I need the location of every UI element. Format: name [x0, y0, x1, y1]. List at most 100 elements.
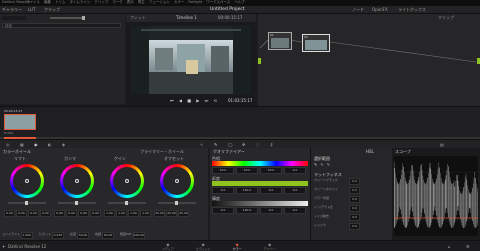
wheel-master-handle[interactable]: [25, 201, 28, 205]
menu-item[interactable]: タイムライン: [70, 0, 91, 5]
qualifier-value[interactable]: 50.0: [212, 167, 234, 174]
wheel-master-handle[interactable]: [125, 201, 128, 205]
wheel-value[interactable]: 0.00: [40, 210, 51, 217]
node-01[interactable]: 01: [268, 32, 292, 50]
wheel-value[interactable]: 1.00: [128, 210, 139, 217]
wheel-ring[interactable]: [60, 164, 94, 198]
hue-gradient-bar[interactable]: [212, 161, 308, 166]
color-match-icon[interactable]: ▦: [20, 142, 24, 147]
wheel-value[interactable]: 1.00: [104, 210, 115, 217]
wheel-ring[interactable]: [10, 164, 44, 198]
luts-button[interactable]: LUT: [28, 7, 35, 12]
qualifier-value[interactable]: 0.0: [284, 207, 306, 214]
qualifier-value[interactable]: 0.0: [284, 187, 306, 194]
menu-item[interactable]: カラー: [174, 0, 185, 5]
menu-item[interactable]: Fairlight: [188, 0, 202, 5]
wheel-ring[interactable]: [160, 164, 194, 198]
matte-value[interactable]: 0.0: [349, 223, 360, 230]
wheel-param-value[interactable]: 0.435: [51, 232, 64, 239]
menu-item[interactable]: クリップ: [94, 0, 108, 5]
menu-item[interactable]: 再生: [138, 0, 145, 5]
luminance-bar[interactable]: [212, 201, 308, 206]
settings-icon[interactable]: ⚙: [466, 244, 470, 249]
qualifier-value[interactable]: 100.0: [236, 187, 258, 194]
matte-value[interactable]: 0.0: [349, 196, 360, 203]
menu-item[interactable]: 編集: [44, 0, 51, 5]
menu-item[interactable]: ファイル: [26, 0, 40, 5]
viewer-zoom[interactable]: フィット: [130, 15, 146, 20]
camera-raw-icon[interactable]: ◎: [6, 142, 10, 147]
page-tab[interactable]: ◆ メディア: [162, 242, 174, 251]
clip-01[interactable]: 00:00:15:17 H.264: [4, 109, 36, 135]
wheel-param-value[interactable]: 50.00: [102, 232, 114, 239]
motion-icon[interactable]: ◈: [62, 142, 65, 147]
wheel-value[interactable]: 1.00: [116, 210, 127, 217]
matte-value[interactable]: 0.0: [349, 187, 360, 194]
wheel-value[interactable]: 1.00: [140, 210, 151, 217]
qualifier-value[interactable]: 50.0: [260, 167, 282, 174]
menu-item[interactable]: ヘルプ: [234, 0, 245, 5]
matte-value[interactable]: 0.0: [349, 178, 360, 185]
wheel-param-value[interactable]: 100.00: [132, 232, 145, 239]
picker-icon[interactable]: ✎: [314, 162, 317, 167]
matte-value[interactable]: 0.0: [349, 205, 360, 212]
gallery-zoom-slider[interactable]: [50, 17, 84, 19]
wheel-value[interactable]: 25.00: [154, 210, 165, 217]
wheel-center-handle[interactable]: [125, 179, 129, 183]
wheel-value[interactable]: 0.00: [28, 210, 39, 217]
wheel-ring[interactable]: [110, 164, 144, 198]
qualifier-value[interactable]: 50.0: [236, 167, 258, 174]
node-input-source[interactable]: [258, 58, 261, 64]
color-wheels-icon[interactable]: ◉: [34, 142, 38, 147]
nodes-button[interactable]: ノード: [352, 7, 364, 12]
wheel-value[interactable]: 25.00: [178, 210, 189, 217]
blur-icon[interactable]: ◌: [256, 142, 260, 147]
page-tab[interactable]: ◆ エディット: [196, 242, 211, 251]
search-field[interactable]: 検索: [2, 23, 121, 28]
timeline-name[interactable]: Timeline 1: [176, 15, 197, 20]
saturation-bar[interactable]: [212, 181, 308, 186]
menu-item[interactable]: 表示: [127, 0, 134, 5]
picker-plus-icon[interactable]: ✎: [327, 162, 330, 167]
wheel-master-handle[interactable]: [175, 201, 178, 205]
lightbox-button[interactable]: ライトボックス: [398, 7, 426, 12]
wheel-master-handle[interactable]: [75, 201, 78, 205]
wheel-center-handle[interactable]: [175, 179, 179, 183]
wheel-value[interactable]: 0.00: [90, 210, 101, 217]
qualifier-value[interactable]: 100.0: [236, 207, 258, 214]
picker-minus-icon[interactable]: ✎: [320, 162, 323, 167]
qualifier-value[interactable]: 0.0: [212, 207, 234, 214]
page-tab[interactable]: ◆ デリバー: [264, 242, 276, 251]
wheels-mode[interactable]: プライマリー・ホイール: [140, 149, 184, 154]
qualifier-value[interactable]: 0.0: [260, 187, 282, 194]
menu-item[interactable]: ワークスペース: [206, 0, 230, 5]
tracker-icon[interactable]: ✥: [242, 142, 245, 147]
wheel-center-handle[interactable]: [25, 179, 29, 183]
wheel-value[interactable]: 0.00: [78, 210, 89, 217]
rgb-mixer-icon[interactable]: ◐: [48, 142, 52, 147]
matte-value[interactable]: 0.0: [349, 214, 360, 221]
wheel-value[interactable]: 0.00: [4, 210, 15, 217]
qualifier-value[interactable]: 0.0: [284, 167, 306, 174]
viewer-image[interactable]: [131, 26, 251, 94]
wheel-param-value[interactable]: 1.000: [20, 232, 33, 239]
wheel-value[interactable]: 0.00: [16, 210, 27, 217]
node-02[interactable]: 02: [302, 34, 330, 52]
gallery-button[interactable]: ギャラリー: [2, 7, 22, 12]
wheel-center-handle[interactable]: [75, 179, 79, 183]
wheel-value[interactable]: 0.00: [54, 210, 65, 217]
home-icon[interactable]: ⌂: [448, 244, 451, 249]
wheel-value[interactable]: 0.00: [66, 210, 77, 217]
menu-item[interactable]: マーク: [112, 0, 123, 5]
qualifier-value[interactable]: 0.0: [212, 187, 234, 194]
qualifier-icon[interactable]: ✎: [214, 142, 217, 147]
transport-controls[interactable]: ⏮ ◀ ■ ▶ ⏭ ⟲: [170, 98, 219, 103]
gallery-zoom-handle[interactable]: [82, 16, 85, 20]
menu-item[interactable]: フュージョン: [149, 0, 170, 5]
menu-item[interactable]: トリム: [55, 0, 66, 5]
gallery-dropdown[interactable]: [2, 16, 26, 20]
wheel-value[interactable]: 25.00: [166, 210, 177, 217]
openfx-button[interactable]: OpenFX: [372, 7, 388, 12]
hsl-mode[interactable]: HSL: [366, 149, 374, 154]
key-icon[interactable]: ⚷: [270, 142, 273, 147]
